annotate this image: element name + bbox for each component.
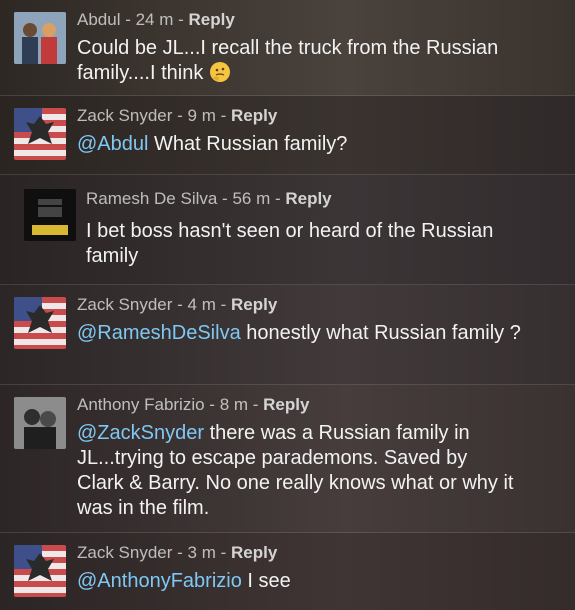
- avatar-photo-icon: [14, 397, 66, 449]
- meta-separator: -: [215, 543, 231, 562]
- user-mention[interactable]: @ZackSnyder: [77, 422, 204, 444]
- author-name[interactable]: Zack Snyder: [77, 543, 172, 562]
- eagle-icon: [26, 116, 54, 144]
- comment-item: Abdul - 24 m - Reply Could be JL...I rec…: [0, 0, 575, 96]
- avatar[interactable]: [14, 108, 66, 160]
- comment-text: honestly what Russian family ?: [240, 322, 521, 344]
- comment-thread: Abdul - 24 m - Reply Could be JL...I rec…: [0, 0, 575, 610]
- timestamp: 9 m: [187, 106, 216, 125]
- comment-item: Zack Snyder - 3 m - Reply @AnthonyFabriz…: [0, 533, 575, 610]
- comment-body: @Abdul What Russian family?: [77, 132, 557, 157]
- meta-separator: -: [172, 295, 188, 314]
- meta-separator: -: [270, 189, 286, 208]
- author-name[interactable]: Anthony Fabrizio: [77, 395, 205, 414]
- timestamp: 3 m: [187, 543, 216, 562]
- eagle-icon: [26, 305, 54, 333]
- comment-item: Zack Snyder - 9 m - Reply @Abdul What Ru…: [0, 96, 575, 175]
- comment-meta: Zack Snyder - 9 m - Reply: [77, 106, 277, 126]
- avatar[interactable]: [14, 297, 66, 349]
- meta-separator: -: [215, 106, 231, 125]
- avatar[interactable]: [14, 12, 66, 64]
- meta-separator: -: [248, 395, 264, 414]
- meta-separator: -: [215, 295, 231, 314]
- meta-separator: -: [204, 395, 220, 414]
- timestamp: 8 m: [219, 395, 249, 414]
- meta-separator: -: [172, 106, 188, 125]
- author-name[interactable]: Ramesh De Silva: [86, 189, 217, 208]
- author-name[interactable]: Zack Snyder: [77, 106, 172, 125]
- reply-button[interactable]: Reply: [231, 295, 277, 314]
- comment-text: What Russian family?: [148, 133, 348, 155]
- comment-body: Could be JL...I recall the truck from th…: [77, 36, 557, 86]
- meta-separator: -: [173, 10, 189, 29]
- timestamp: 24 m: [135, 10, 174, 29]
- reply-button[interactable]: Reply: [231, 106, 277, 125]
- comment-body: @AnthonyFabrizio I see: [77, 569, 557, 594]
- reply-button[interactable]: Reply: [263, 395, 309, 414]
- avatar[interactable]: [14, 397, 66, 449]
- comment-body: @RameshDeSilva honestly what Russian fam…: [77, 321, 557, 346]
- comment-meta: Zack Snyder - 3 m - Reply: [77, 543, 277, 563]
- reply-button[interactable]: Reply: [285, 189, 331, 208]
- timestamp: 4 m: [187, 295, 216, 314]
- reply-button[interactable]: Reply: [231, 543, 277, 562]
- comment-meta: Zack Snyder - 4 m - Reply: [77, 295, 277, 315]
- comment-body: I bet boss hasn't seen or heard of the R…: [86, 219, 516, 269]
- avatar-photo-icon: [14, 12, 66, 64]
- comment-item: Ramesh De Silva - 56 m - Reply I bet bos…: [0, 175, 575, 285]
- comment-meta: Abdul - 24 m - Reply: [77, 10, 235, 30]
- thinking-face-icon: [209, 62, 230, 82]
- eagle-icon: [26, 553, 54, 581]
- comment-item: Zack Snyder - 4 m - Reply @RameshDeSilva…: [0, 285, 575, 385]
- comment-text: I see: [241, 570, 291, 592]
- comment-item: Anthony Fabrizio - 8 m - Reply @ZackSnyd…: [0, 385, 575, 533]
- timestamp: 56 m: [232, 189, 271, 208]
- comment-body: @ZackSnyder there was a Russian family i…: [77, 421, 517, 521]
- author-name[interactable]: Zack Snyder: [77, 295, 172, 314]
- meta-separator: -: [120, 10, 136, 29]
- meta-separator: -: [217, 189, 233, 208]
- comment-text: I bet boss hasn't seen or heard of the R…: [86, 220, 494, 267]
- avatar[interactable]: [14, 545, 66, 597]
- reply-button[interactable]: Reply: [189, 10, 235, 29]
- user-mention[interactable]: @RameshDeSilva: [77, 322, 241, 344]
- meta-separator: -: [172, 543, 188, 562]
- comment-meta: Anthony Fabrizio - 8 m - Reply: [77, 395, 309, 415]
- comment-meta: Ramesh De Silva - 56 m - Reply: [86, 189, 332, 209]
- author-name[interactable]: Abdul: [77, 10, 120, 29]
- batman-logo-icon: [24, 189, 76, 241]
- avatar[interactable]: [24, 189, 76, 241]
- comment-text: Could be JL...I recall the truck from th…: [77, 37, 499, 84]
- user-mention[interactable]: @Abdul: [77, 133, 148, 155]
- user-mention[interactable]: @AnthonyFabrizio: [77, 570, 242, 592]
